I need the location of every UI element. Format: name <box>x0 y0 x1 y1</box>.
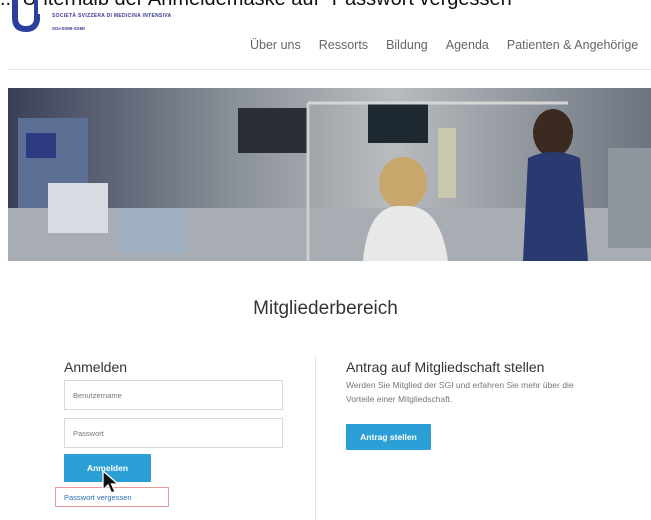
username-input[interactable] <box>64 380 283 410</box>
page-title: Mitgliederbereich <box>253 298 398 319</box>
nav-item-ueber-uns[interactable]: Über uns <box>250 38 301 52</box>
column-divider <box>315 356 316 520</box>
apply-button[interactable]: Antrag stellen <box>346 424 431 450</box>
nav-item-ressorts[interactable]: Ressorts <box>319 38 368 52</box>
membership-heading: Antrag auf Mitgliedschaft stellen <box>346 359 545 375</box>
org-name: SOCIETÀ SVIZZERA DI MEDICINA INTENSIVA <box>52 13 172 19</box>
nav-item-bildung[interactable]: Bildung <box>386 38 428 52</box>
hero-image <box>8 88 651 261</box>
org-acronym: SGI-SSMI-SSMI <box>52 26 85 31</box>
nav-item-agenda[interactable]: Agenda <box>446 38 489 52</box>
login-heading: Anmelden <box>64 359 128 375</box>
instruction-caption: ... Unterhalb der Anmeldemaske auf "Pass… <box>0 0 651 14</box>
main-nav: Über uns Ressorts Bildung Agenda Patient… <box>250 38 651 52</box>
header-divider <box>8 69 651 70</box>
sgi-logo[interactable] <box>8 0 48 34</box>
membership-text: Werden Sie Mitglied der SGI und erfahren… <box>346 380 574 404</box>
password-input[interactable] <box>64 418 283 448</box>
mouse-cursor-icon <box>102 470 120 494</box>
nav-item-patienten[interactable]: Patienten & Angehörige <box>507 38 638 52</box>
